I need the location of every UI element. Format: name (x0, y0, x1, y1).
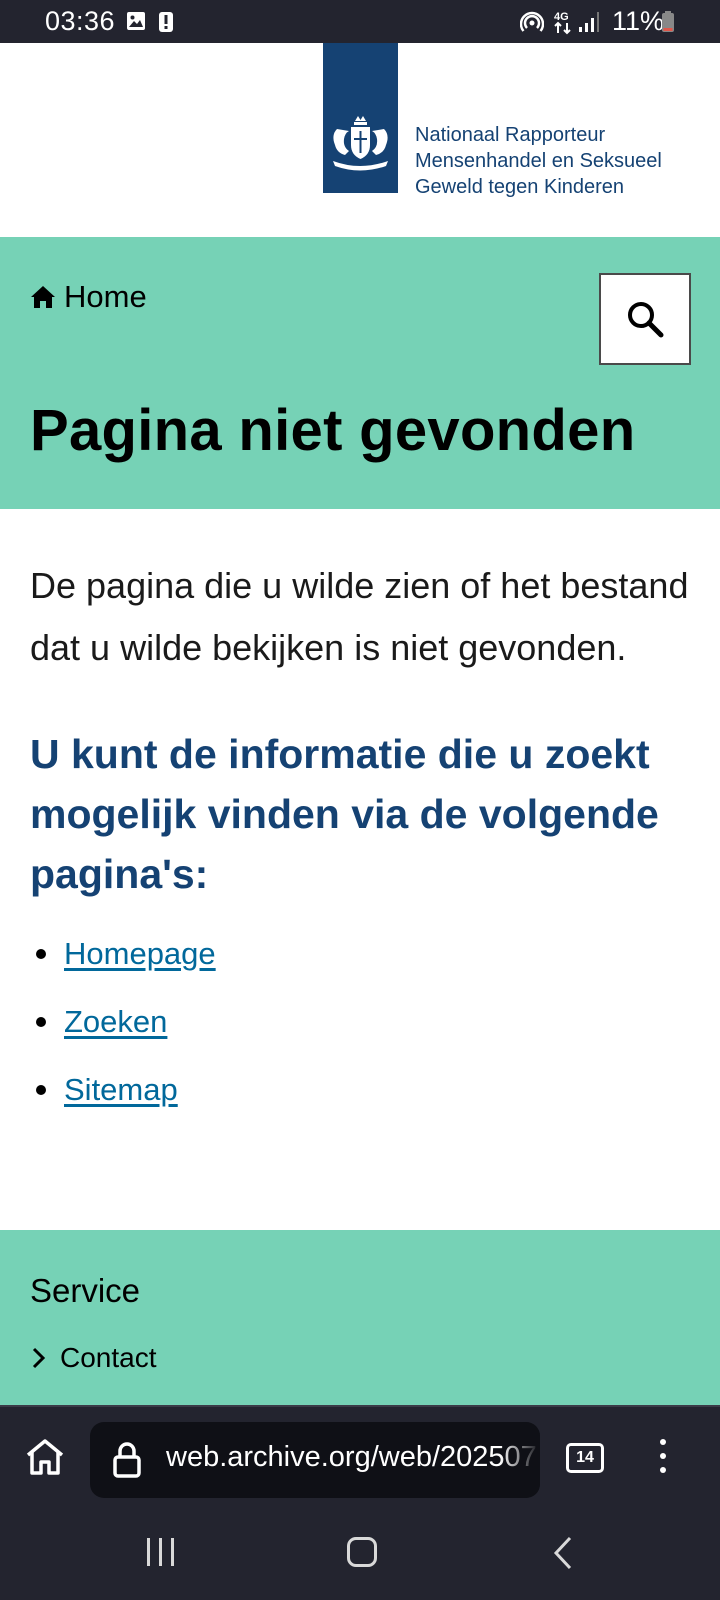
menu-dot (660, 1467, 666, 1473)
tab-switcher-button[interactable]: 14 (566, 1443, 604, 1473)
logo-text[interactable]: Nationaal Rapporteur Mensenhandel en Sek… (415, 122, 662, 200)
breadcrumb[interactable]: Home (30, 279, 147, 315)
more-menu-button[interactable] (660, 1439, 666, 1473)
logo-text-line: Geweld tegen Kinderen (415, 176, 625, 198)
menu-dot (660, 1439, 666, 1445)
url-fade (500, 1422, 540, 1498)
homepage-link[interactable]: Homepage (64, 936, 216, 972)
recents-button[interactable] (147, 1538, 174, 1566)
signal-icon (578, 11, 600, 37)
suggestions-heading: U kunt de informatie die u zoekt mogelij… (30, 731, 659, 897)
url-text: web.archive.org/web/20250705 (166, 1441, 536, 1473)
list-item: Homepage (30, 920, 690, 988)
sitemap-link[interactable]: Sitemap (64, 1072, 178, 1108)
hotspot-icon (519, 11, 545, 37)
hero-banner: Home Pagina niet gevonden (0, 237, 720, 509)
site-footer: Service Contact (0, 1230, 720, 1407)
breadcrumb-home-link[interactable]: Home (64, 279, 147, 315)
system-nav-bar (0, 1510, 720, 1600)
page-title: Pagina niet gevonden (30, 398, 636, 463)
search-button[interactable] (599, 273, 691, 365)
site-header: Nationaal Rapporteur Mensenhandel en Sek… (0, 43, 720, 237)
crest-icon (333, 116, 388, 171)
4g-icon: 4G (552, 9, 574, 39)
logo-text-line: Mensenhandel en Seksueel (415, 150, 662, 172)
chevron-right-icon (32, 1347, 46, 1369)
address-bar[interactable]: web.archive.org/web/20250705 (90, 1422, 540, 1498)
list-item: Zoeken (30, 988, 690, 1056)
logo-emblem[interactable] (323, 43, 398, 193)
browser-home-button[interactable] (24, 1437, 66, 1481)
back-button[interactable] (553, 1536, 573, 1574)
recents-bar (159, 1538, 162, 1566)
lock-icon (113, 1442, 141, 1478)
intro-text: De pagina die u wilde zien of het bestan… (30, 565, 689, 668)
home-icon (31, 286, 55, 308)
footer-link-label: Contact (60, 1342, 157, 1373)
battery-icon (661, 11, 675, 37)
footer-contact-link[interactable]: Contact (32, 1342, 157, 1374)
suggestion-links: Homepage Zoeken Sitemap (30, 920, 690, 1124)
logo-text-line: Nationaal Rapporteur (415, 124, 606, 146)
status-bar: 03:36 4G 11% (0, 0, 720, 43)
recents-bar (147, 1538, 150, 1566)
footer-title: Service (30, 1272, 141, 1309)
main-content: De pagina die u wilde zien of het bestan… (30, 555, 690, 1124)
status-time: 03:36 (45, 6, 116, 36)
svg-text:4G: 4G (554, 11, 569, 23)
browser-toolbar: web.archive.org/web/20250705 14 (0, 1405, 720, 1510)
home-icon (26, 1439, 64, 1475)
battery-percent: 11% (611, 6, 664, 36)
search-icon (628, 302, 664, 338)
list-item: Sitemap (30, 1056, 690, 1124)
back-icon (553, 1536, 572, 1570)
menu-dot (660, 1453, 666, 1459)
zoeken-link[interactable]: Zoeken (64, 1004, 167, 1040)
nav-home-button[interactable] (347, 1537, 377, 1567)
recents-bar (171, 1538, 174, 1566)
alert-icon (158, 11, 174, 37)
image-icon (126, 11, 146, 35)
